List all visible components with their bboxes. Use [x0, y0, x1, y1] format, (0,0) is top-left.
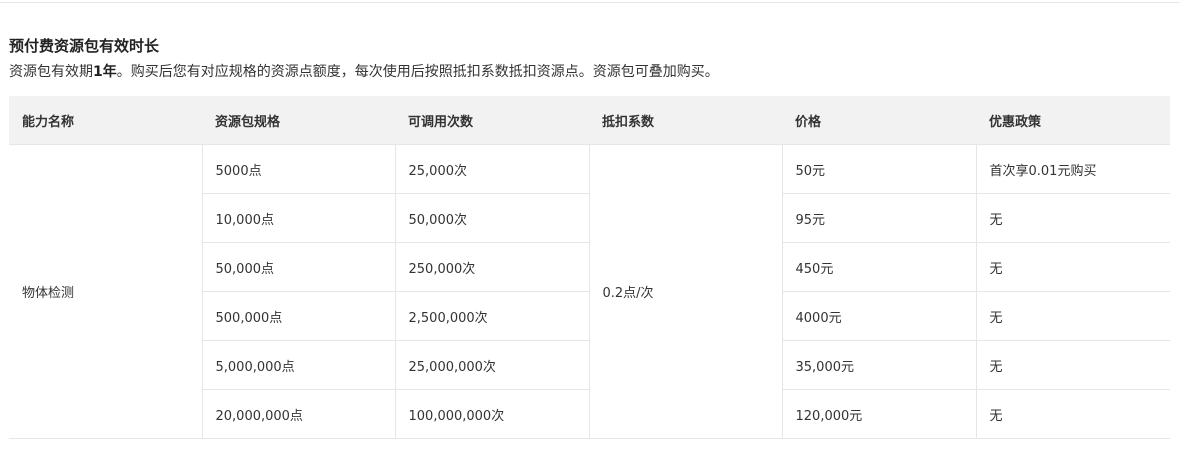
deduction-cell: 0.2点/次: [588, 144, 782, 439]
header-call-count: 可调用次数: [395, 96, 589, 145]
calls-cell: 25,000,000次: [394, 340, 589, 390]
desc-suffix: 。购买后您有对应规格的资源点额度，每次使用后按照抵扣系数抵扣资源点。资源包可叠加…: [116, 64, 719, 80]
promo-cell: 无: [975, 242, 1170, 292]
section-description: 资源包有效期1年。购买后您有对应规格的资源点额度，每次使用后按照抵扣系数抵扣资源…: [9, 58, 1170, 86]
calls-cell: 100,000,000次: [394, 389, 589, 439]
promo-cell: 无: [975, 193, 1170, 243]
price-cell: 50元: [781, 144, 976, 194]
calls-cell: 250,000次: [394, 242, 589, 292]
desc-prefix: 资源包有效期: [9, 64, 93, 80]
spec-cell: 5000点: [201, 144, 395, 194]
pricing-section: 预付费资源包有效时长 资源包有效期1年。购买后您有对应规格的资源点额度，每次使用…: [9, 34, 1170, 439]
spec-cell: 20,000,000点: [201, 389, 395, 439]
promo-cell: 无: [975, 340, 1170, 390]
price-cell: 95元: [781, 193, 976, 243]
price-cell: 450元: [781, 242, 976, 292]
top-divider: [0, 2, 1180, 3]
table-header-row: 能力名称 资源包规格 可调用次数 抵扣系数 价格 优惠政策: [9, 96, 1170, 145]
price-cell: 120,000元: [781, 389, 976, 439]
price-cell: 4000元: [781, 291, 976, 341]
table-row: 物体检测 5000点 25,000次 0.2点/次 50元 首次享0.01元购买: [9, 144, 1170, 439]
header-package-spec: 资源包规格: [202, 96, 395, 145]
promo-cell: 无: [975, 291, 1170, 341]
capability-cell: 物体检测: [9, 144, 202, 439]
validity-period: 1年: [93, 64, 117, 80]
header-deduction-rate: 抵扣系数: [589, 96, 782, 145]
calls-cell: 25,000次: [394, 144, 589, 194]
header-promotion: 优惠政策: [976, 96, 1170, 145]
pricing-table: 能力名称 资源包规格 可调用次数 抵扣系数 价格 优惠政策 物体检测 5000点…: [9, 96, 1170, 439]
spec-cell: 10,000点: [201, 193, 395, 243]
spec-cell: 5,000,000点: [201, 340, 395, 390]
price-cell: 35,000元: [781, 340, 976, 390]
calls-cell: 2,500,000次: [394, 291, 589, 341]
calls-cell: 50,000次: [394, 193, 589, 243]
promo-cell: 无: [975, 389, 1170, 439]
header-price: 价格: [782, 96, 976, 145]
spec-cell: 50,000点: [201, 242, 395, 292]
section-title: 预付费资源包有效时长: [9, 37, 160, 55]
header-capability: 能力名称: [9, 96, 202, 145]
promo-cell: 首次享0.01元购买: [975, 144, 1170, 194]
spec-cell: 500,000点: [201, 291, 395, 341]
